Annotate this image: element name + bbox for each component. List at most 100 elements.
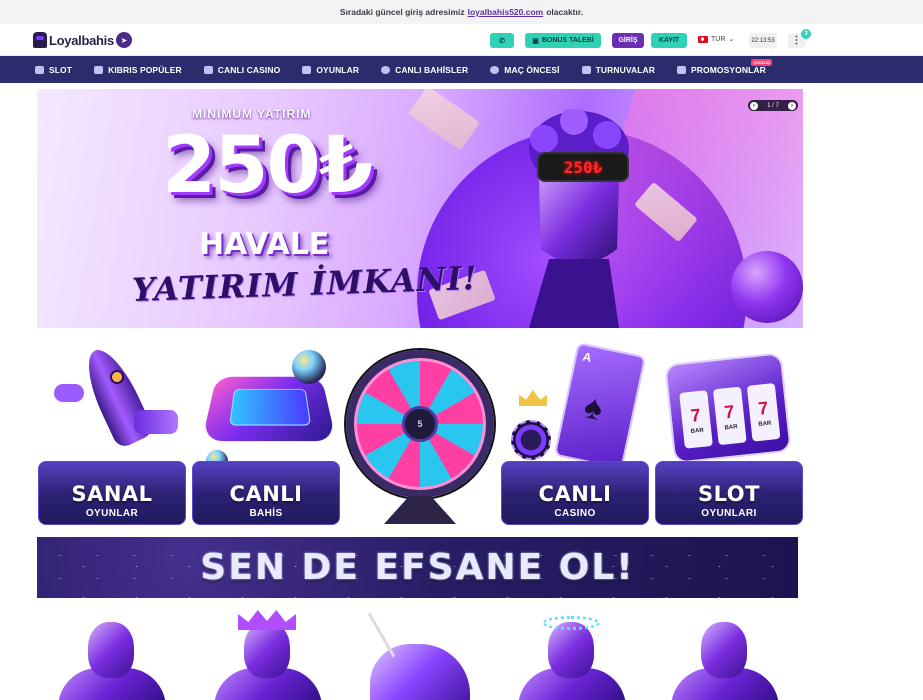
crown-icon — [238, 610, 296, 630]
nav-item-label: CANLI BAHİSLER — [395, 64, 469, 75]
slot-reel: 7 BAR — [679, 390, 713, 449]
login-button[interactable]: GİRİŞ — [612, 33, 644, 48]
wheel-hub: 5 — [402, 406, 438, 442]
language-selector[interactable]: TUR ⌄ — [698, 35, 734, 43]
crown-icon — [519, 390, 547, 406]
football-icon — [292, 350, 326, 384]
gift-icon — [676, 65, 686, 74]
statue-head — [548, 622, 594, 678]
site-logo[interactable]: Loyalbahis — [33, 32, 114, 48]
gift-icon: ▣ — [532, 37, 539, 45]
bonus-request-button[interactable]: ▣ BONUS TALEBİ — [525, 33, 601, 48]
horse-rider-statue — [370, 644, 470, 700]
statue-bust-image — [529, 109, 629, 328]
spade-icon: ♠ — [580, 387, 607, 429]
playing-card: A ♠ — [553, 341, 647, 471]
nav-item-label: CANLI CASINO — [217, 64, 281, 75]
logo-text: Loyalbahis — [49, 32, 114, 48]
slider-control: ‹ 1 / 7 › — [748, 100, 798, 111]
nav-item-kibris-populer[interactable]: KIBRIS POPÜLER — [94, 56, 182, 83]
slot-machine-icon: 7 BAR 7 BAR 7 BAR — [664, 352, 792, 464]
telegram-icon[interactable]: ➤ — [116, 32, 132, 48]
category-subtitle: CASINO — [554, 508, 596, 519]
nav-item-mac-oncesi[interactable]: MAÇ ÖNCESİ — [490, 56, 559, 83]
chevron-right-icon[interactable]: › — [788, 101, 796, 110]
statue-image[interactable] — [208, 610, 328, 700]
stadium-illustration — [201, 340, 337, 472]
announcement-link[interactable]: loyalbahis520.com — [468, 7, 544, 17]
clock: 22:13:53 — [749, 33, 777, 48]
visor-text: 250₺ — [563, 157, 603, 177]
spear-icon — [367, 612, 396, 658]
bonus-request-label: BONUS TALEBİ — [541, 37, 594, 44]
statue-image[interactable] — [665, 610, 785, 700]
legend-banner[interactable]: SEN DE EFSANE OL! — [37, 537, 798, 598]
category-card: CANLI BAHİS — [192, 461, 340, 525]
statue-head — [244, 622, 290, 678]
turkey-flag-icon — [698, 35, 708, 43]
slot-reel: 7 BAR — [712, 386, 747, 446]
dealer-icon — [203, 65, 213, 74]
nav-item-label: MAÇ ÖNCESİ — [504, 64, 560, 75]
nav-item-oyunlar[interactable]: OYUNLAR — [302, 56, 359, 83]
gamepad-icon — [54, 384, 84, 402]
main-nav: SLOT KIBRIS POPÜLER CANLI CASINO OYUNLAR… — [0, 56, 923, 83]
spartan-helmet-icon — [33, 32, 47, 48]
statue-image[interactable] — [52, 610, 172, 700]
phone-button[interactable]: ✆ — [490, 33, 514, 48]
card-rank: A — [581, 349, 593, 366]
laurel-wreath-icon — [542, 616, 600, 630]
raffle-badge: ÇEKİLİŞ — [751, 59, 772, 66]
hero-method: HAVALE — [199, 227, 330, 262]
announcement-bar: Sıradaki güncel giriş adresimiz loyalbah… — [0, 0, 923, 24]
nav-item-label: TURNUVALAR — [595, 64, 655, 75]
nav-item-promosyonlar[interactable]: PROMOSYONLAR ÇEKİLİŞ — [676, 56, 772, 83]
hero-amount: 250₺ — [162, 121, 373, 211]
category-sanal-oyunlar[interactable]: SANAL OYUNLAR — [38, 340, 186, 525]
category-title: CANLI — [229, 482, 303, 506]
nav-item-canli-casino[interactable]: CANLI CASINO — [203, 56, 281, 83]
notification-badge: 3 — [801, 29, 811, 39]
category-subtitle: OYUNLARI — [701, 508, 757, 519]
slot-reel: 7 BAR — [746, 382, 781, 442]
hero-banner[interactable]: 250₺ MİNİMUM YATIRIM 250₺ HAVALE YATIRIM… — [37, 89, 803, 328]
category-canli-casino[interactable]: A ♠ CANLI CASINO — [501, 340, 649, 525]
category-canli-bahis[interactable]: CANLI BAHİS — [192, 340, 340, 525]
vr-headset-icon — [134, 410, 178, 434]
led-visor: 250₺ — [537, 152, 629, 182]
statue-head — [701, 622, 747, 678]
cards-icon — [94, 65, 104, 74]
nav-item-turnuvalar[interactable]: TURNUVALAR — [581, 56, 655, 83]
purple-sphere — [731, 251, 803, 323]
language-label: TUR — [711, 35, 726, 43]
slide-counter: 1 / 7 — [767, 102, 779, 109]
chevron-left-icon[interactable]: ‹ — [750, 101, 758, 110]
live-icon — [381, 65, 391, 74]
nav-item-label: PROMOSYONLAR — [690, 64, 766, 75]
category-card: SANAL OYUNLAR — [38, 461, 186, 525]
category-slot-oyunlari[interactable]: 7 BAR 7 BAR 7 BAR SLOT OYUNLARI — [655, 340, 803, 525]
register-button[interactable]: KAYIT — [651, 33, 687, 48]
category-subtitle: BAHİS — [249, 508, 283, 519]
statue-image[interactable] — [512, 610, 632, 700]
category-subtitle: OYUNLAR — [85, 508, 139, 519]
banknote-image — [408, 89, 480, 151]
phone-icon: ✆ — [499, 37, 505, 45]
nav-item-canli-bahisler[interactable]: CANLI BAHİSLER — [381, 56, 468, 83]
category-card: SLOT OYUNLARI — [655, 461, 803, 525]
nav-item-label: SLOT — [49, 64, 73, 75]
hero-min-label: MİNİMUM YATIRIM — [192, 107, 312, 121]
nav-item-label: OYUNLAR — [316, 64, 360, 75]
rocket-illustration — [48, 340, 178, 470]
poker-chip-icon — [511, 420, 551, 460]
announcement-suffix: olacaktır. — [546, 7, 584, 17]
banner-title: SEN DE EFSANE OL! — [200, 547, 635, 588]
nav-item-slot[interactable]: SLOT — [35, 56, 72, 83]
statue-image[interactable] — [360, 610, 480, 700]
stadium-icon — [201, 376, 337, 442]
cards-illustration: A ♠ — [511, 340, 647, 471]
wheel-stand — [384, 496, 456, 524]
trophy-icon — [581, 65, 591, 74]
kebab-menu-icon: ⋮ — [791, 35, 802, 46]
gamepad-icon — [302, 65, 312, 74]
